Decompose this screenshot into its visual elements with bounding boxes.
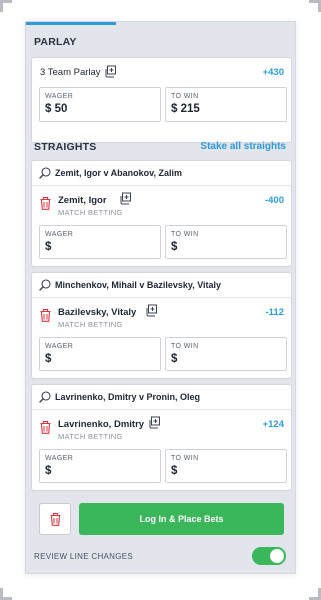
trash-icon[interactable] [40, 197, 51, 210]
parlay-towin-field[interactable]: TO WIN $ 215 [165, 87, 287, 122]
frame-corner [309, 588, 321, 600]
matchup-title: Lavrinenko, Dmitry v Pronin, Oleg [55, 392, 201, 402]
parlay-stack-icon[interactable] [146, 304, 159, 317]
toggle-knob [270, 549, 284, 563]
towin-label: TO WIN [171, 343, 199, 350]
straight-bet-card: Minchenkov, Mihail v Bazilevsky, Vitaly … [31, 272, 292, 379]
ping-pong-paddle-icon [39, 167, 51, 179]
trash-icon [50, 513, 61, 526]
stake-all-straights-link[interactable]: Stake all straights [200, 141, 286, 152]
straights-section-title: STRAIGHTS [34, 141, 97, 153]
selection-odds[interactable]: +124 [263, 419, 284, 430]
towin-field[interactable]: TO WIN $ [165, 225, 287, 259]
straight-bet-card: Lavrinenko, Dmitry v Pronin, Oleg Lavrin… [31, 384, 292, 491]
selection-name: Bazilevsky, Vitaly [58, 307, 137, 318]
wager-value: $ 50 [45, 103, 68, 115]
divider [32, 409, 291, 410]
parlay-wager-field[interactable]: WAGER $ 50 [39, 87, 161, 122]
review-line-changes-label: REVIEW LINE CHANGES [34, 552, 134, 561]
matchup-title: Minchenkov, Mihail v Bazilevsky, Vitaly [55, 280, 222, 290]
selection-name: Zemit, Igor [58, 195, 107, 206]
towin-label: TO WIN [171, 93, 199, 100]
wager-field[interactable]: WAGER $ [39, 225, 161, 259]
parlay-stack-icon [105, 65, 116, 78]
wager-label: WAGER [45, 231, 74, 238]
wager-label: WAGER [45, 343, 74, 350]
towin-value: $ [171, 241, 178, 253]
wager-label: WAGER [45, 93, 74, 100]
active-tab-indicator [26, 22, 116, 25]
straight-bet-card: Zemit, Igor v Abanokov, Zalim Zemit, Igo… [31, 160, 292, 267]
selection-name: Lavrinenko, Dmitry [58, 419, 145, 430]
market-label: MATCH BETTING [58, 320, 123, 329]
parlay-section-title: PARLAY [34, 36, 77, 48]
frame-corner [0, 588, 12, 600]
parlay-stack-icon[interactable] [149, 416, 162, 429]
wager-field[interactable]: WAGER $ [39, 449, 161, 483]
review-line-changes-toggle[interactable] [252, 547, 286, 565]
towin-value: $ [171, 353, 178, 365]
bet-slip: PARLAY 3 Team Parlay +430 WAGER $ 50 TO … [25, 21, 296, 574]
parlay-label: 3 Team Parlay [40, 67, 101, 78]
towin-field[interactable]: TO WIN $ [165, 337, 287, 371]
wager-field[interactable]: WAGER $ [39, 337, 161, 371]
matchup-title: Zemit, Igor v Abanokov, Zalim [55, 168, 183, 178]
towin-field[interactable]: TO WIN $ [165, 449, 287, 483]
wager-value: $ [45, 465, 52, 477]
frame-corner [0, 0, 12, 12]
towin-value: $ 215 [171, 103, 200, 115]
trash-icon[interactable] [40, 309, 51, 322]
trash-icon[interactable] [40, 421, 51, 434]
frame-corner [309, 0, 321, 12]
login-place-bets-button[interactable]: Log In & Place Bets [79, 503, 284, 535]
market-label: MATCH BETTING [58, 432, 123, 441]
towin-label: TO WIN [171, 455, 199, 462]
clear-betslip-button[interactable] [39, 503, 71, 535]
market-label: MATCH BETTING [58, 208, 123, 217]
ping-pong-paddle-icon [39, 391, 51, 403]
selection-odds[interactable]: -112 [266, 307, 285, 318]
towin-label: TO WIN [171, 231, 199, 238]
towin-value: $ [171, 465, 178, 477]
wager-value: $ [45, 353, 52, 365]
wager-label: WAGER [45, 455, 74, 462]
divider [32, 297, 291, 298]
parlay-odds[interactable]: +430 [263, 67, 284, 78]
wager-value: $ [45, 241, 52, 253]
divider [32, 185, 291, 186]
parlay-stack-icon[interactable] [120, 192, 133, 205]
ping-pong-paddle-icon [39, 279, 51, 291]
selection-odds[interactable]: -400 [265, 195, 284, 206]
parlay-card: 3 Team Parlay +430 WAGER $ 50 TO WIN $ 2… [31, 57, 292, 143]
